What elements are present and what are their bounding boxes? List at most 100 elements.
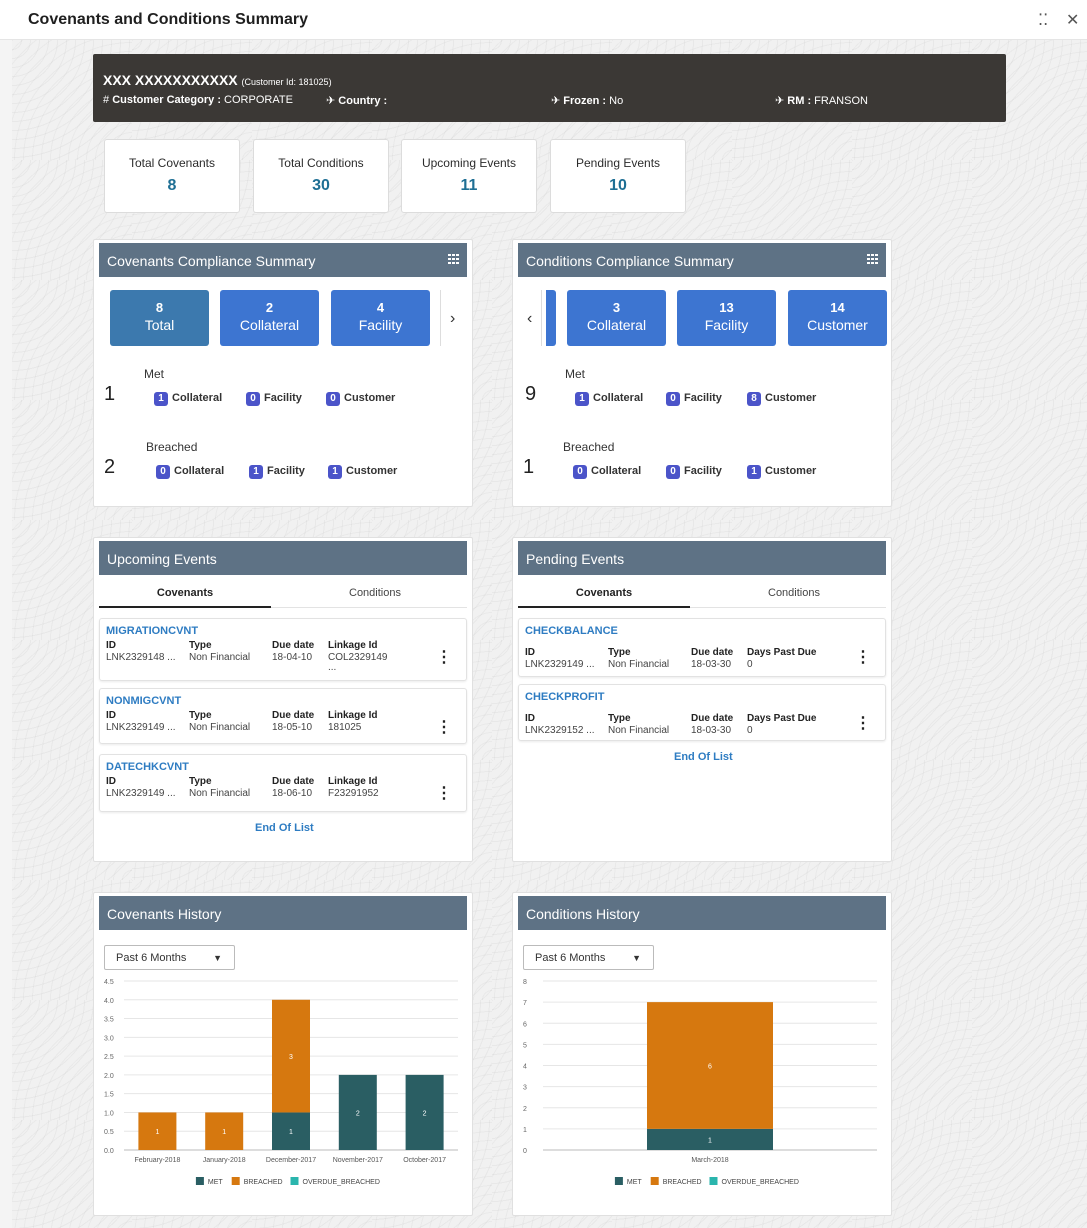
met-total: 1 bbox=[104, 383, 116, 405]
tab-conditions[interactable]: Conditions bbox=[702, 578, 886, 608]
met-label: Met bbox=[565, 367, 586, 381]
stat-label: Upcoming Events bbox=[421, 156, 517, 170]
period-value: Past 6 Months bbox=[535, 952, 606, 964]
data-label: 2 bbox=[423, 1110, 427, 1117]
met-label: Met bbox=[144, 367, 165, 381]
event-due: 18-04-10 bbox=[272, 652, 313, 663]
period-select[interactable]: Past 6 Months ▼ bbox=[104, 945, 235, 970]
tile-collateral[interactable]: 2 Collateral bbox=[220, 290, 319, 346]
data-label: 1 bbox=[289, 1129, 293, 1136]
more-vertical-icon[interactable]: ⋮ bbox=[436, 717, 452, 737]
customer-name-text: XXX XXXXXXXXXXX bbox=[103, 72, 238, 88]
stat-pending-events[interactable]: Pending Events 10 bbox=[550, 139, 686, 213]
event-card[interactable]: CHECKBALANCE ID Type Due date Days Past … bbox=[518, 618, 886, 677]
breached-facility-chip[interactable]: 1 Facility bbox=[249, 465, 305, 479]
event-name[interactable]: CHECKPROFIT bbox=[525, 691, 604, 703]
stat-total-conditions[interactable]: Total Conditions 30 bbox=[253, 139, 389, 213]
breached-collateral-chip[interactable]: 0 Collateral bbox=[573, 465, 641, 479]
grid-view-icon[interactable] bbox=[867, 254, 878, 264]
breached-collateral-chip[interactable]: 0 Collateral bbox=[156, 465, 224, 479]
close-icon[interactable]: ✕ bbox=[1066, 10, 1079, 30]
stat-upcoming-events[interactable]: Upcoming Events 11 bbox=[401, 139, 537, 213]
stat-value: 30 bbox=[312, 177, 330, 194]
customer-rm: ✈ RM : FRANSON bbox=[775, 94, 868, 107]
panel-header: Pending Events bbox=[518, 541, 886, 575]
tab-conditions[interactable]: Conditions bbox=[283, 578, 467, 608]
tile-customer[interactable]: 14 Customer bbox=[788, 290, 887, 346]
y-tick-label: 4.5 bbox=[104, 979, 114, 986]
col-id-header: ID bbox=[106, 776, 116, 787]
event-card[interactable]: CHECKPROFIT ID Type Due date Days Past D… bbox=[518, 684, 886, 741]
met-facility-chip[interactable]: 0 Facility bbox=[666, 392, 722, 406]
breached-customer-chip[interactable]: 1 Customer bbox=[747, 465, 816, 479]
tile-collateral[interactable]: 3 Collateral bbox=[567, 290, 666, 346]
event-name[interactable]: DATECHKCVNT bbox=[106, 761, 189, 773]
data-label: 3 bbox=[289, 1054, 293, 1061]
met-collateral-chip[interactable]: 1 Collateral bbox=[575, 392, 643, 406]
event-type: Non Financial bbox=[189, 722, 251, 733]
chip-label: Facility bbox=[684, 392, 722, 404]
legend-swatch bbox=[231, 1177, 240, 1185]
grid-view-icon[interactable] bbox=[448, 254, 459, 264]
legend-swatch bbox=[709, 1177, 718, 1185]
tile-label: Collateral bbox=[239, 317, 300, 333]
col-linkage-header: Linkage Id bbox=[328, 640, 378, 651]
tile-partial[interactable] bbox=[546, 290, 556, 346]
breached-facility-chip[interactable]: 0 Facility bbox=[666, 465, 722, 479]
panel-title: Conditions History bbox=[526, 906, 640, 922]
event-card[interactable]: MIGRATIONCVNT ID Type Due date Linkage I… bbox=[99, 618, 467, 681]
event-linkage: F23291952 bbox=[328, 788, 379, 799]
event-name[interactable]: MIGRATIONCVNT bbox=[106, 625, 198, 637]
more-vertical-icon[interactable]: ⋮ bbox=[855, 647, 871, 667]
stat-total-covenants[interactable]: Total Covenants 8 bbox=[104, 139, 240, 213]
minimize-icon[interactable]: ⁚⁚ bbox=[1038, 10, 1048, 30]
event-name[interactable]: NONMIGCVNT bbox=[106, 695, 181, 707]
met-customer-chip[interactable]: 8 Customer bbox=[747, 392, 816, 406]
chevron-right-icon[interactable]: › bbox=[450, 310, 455, 328]
customer-category: # Customer Category : CORPORATE bbox=[103, 94, 293, 106]
x-tick-label: March-2018 bbox=[691, 1157, 728, 1164]
legend-swatch bbox=[650, 1177, 659, 1185]
tab-covenants[interactable]: Covenants bbox=[99, 578, 271, 608]
tile-total[interactable]: 8 Total bbox=[110, 290, 209, 346]
caret-down-icon: ▼ bbox=[213, 953, 222, 963]
tab-covenants[interactable]: Covenants bbox=[518, 578, 690, 608]
chip-label: Customer bbox=[346, 465, 398, 477]
col-id-header: ID bbox=[525, 647, 535, 658]
met-facility-chip[interactable]: 0 Facility bbox=[246, 392, 302, 406]
more-vertical-icon[interactable]: ⋮ bbox=[855, 713, 871, 733]
chevron-left-icon[interactable]: ‹ bbox=[527, 310, 532, 328]
tile-facility[interactable]: 4 Facility bbox=[331, 290, 430, 346]
count-badge: 0 bbox=[666, 392, 680, 406]
y-tick-label: 1.5 bbox=[104, 1092, 114, 1099]
stat-value: 8 bbox=[167, 177, 177, 194]
tile-count: 14 bbox=[830, 300, 845, 315]
event-days-past-due: 0 bbox=[747, 659, 753, 670]
chip-label: Facility bbox=[684, 465, 722, 477]
event-card[interactable]: NONMIGCVNT ID Type Due date Linkage Id L… bbox=[99, 688, 467, 744]
breached-customer-chip[interactable]: 1 Customer bbox=[328, 465, 397, 479]
rm-label: RM : bbox=[787, 95, 812, 107]
met-customer-chip[interactable]: 0 Customer bbox=[326, 392, 395, 406]
more-vertical-icon[interactable]: ⋮ bbox=[436, 783, 452, 803]
event-name[interactable]: CHECKBALANCE bbox=[525, 625, 618, 637]
event-card[interactable]: DATECHKCVNT ID Type Due date Linkage Id … bbox=[99, 754, 467, 812]
y-tick-label: 6 bbox=[523, 1021, 527, 1028]
period-select[interactable]: Past 6 Months ▼ bbox=[523, 945, 654, 970]
more-vertical-icon[interactable]: ⋮ bbox=[436, 647, 452, 667]
event-linkage: 181025 bbox=[328, 722, 362, 733]
stat-value: 11 bbox=[460, 177, 478, 194]
event-id: LNK2329149 ... bbox=[525, 659, 595, 670]
event-due: 18-05-10 bbox=[272, 722, 313, 733]
met-total: 9 bbox=[525, 383, 537, 405]
y-tick-label: 5 bbox=[523, 1042, 527, 1049]
send-icon: ✈ bbox=[775, 95, 785, 107]
col-id-header: ID bbox=[106, 640, 116, 651]
data-label: 1 bbox=[155, 1129, 159, 1136]
y-tick-label: 2 bbox=[523, 1106, 527, 1113]
tile-facility[interactable]: 13 Facility bbox=[677, 290, 776, 346]
met-collateral-chip[interactable]: 1 Collateral bbox=[154, 392, 222, 406]
hash-icon: # bbox=[103, 94, 110, 106]
col-due-header: Due date bbox=[272, 776, 315, 787]
x-tick-label: December-2017 bbox=[266, 1157, 316, 1164]
